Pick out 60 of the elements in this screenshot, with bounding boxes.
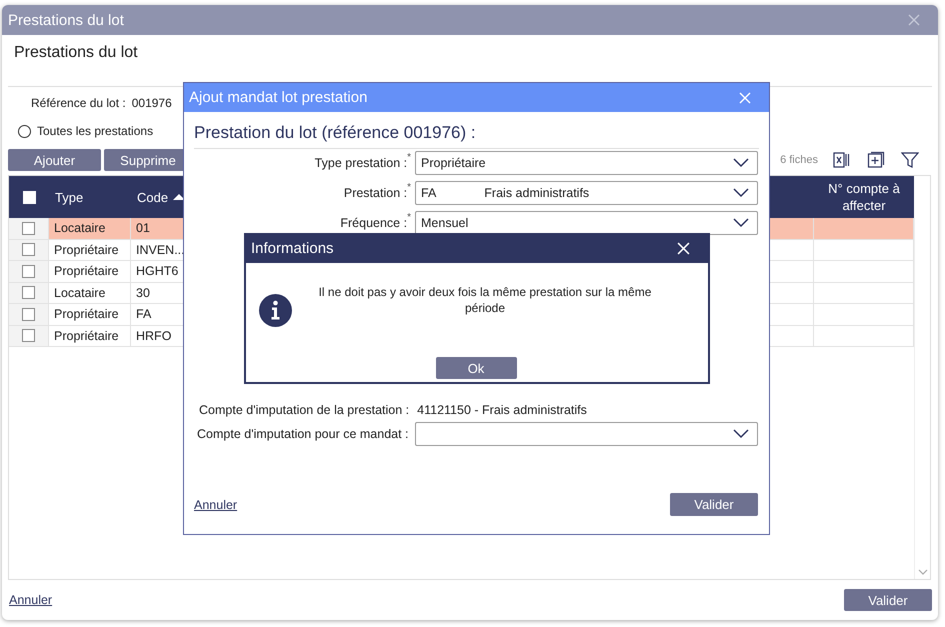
field-label: Compte d'imputation de la prestation : xyxy=(199,403,410,417)
section-heading: Prestation du lot (référence 001976) : xyxy=(194,123,759,149)
window-title: Prestations du lot xyxy=(8,12,124,28)
checkbox[interactable] xyxy=(22,286,35,300)
chevron-down-icon xyxy=(733,429,749,439)
table-cell[interactable] xyxy=(814,304,914,326)
checkbox[interactable] xyxy=(22,243,35,256)
validate-button[interactable]: Valider xyxy=(844,589,932,611)
table-cell[interactable]: Locataire xyxy=(49,218,131,240)
cancel-link[interactable]: Annuler xyxy=(9,593,52,607)
table-cell[interactable]: Locataire xyxy=(49,282,131,304)
add-icon[interactable] xyxy=(867,151,885,169)
table-cell[interactable]: Propriétaire xyxy=(49,326,131,347)
spreadsheet-icon[interactable] xyxy=(833,151,851,169)
validate-button[interactable]: Valider xyxy=(670,493,758,516)
table-cell[interactable]: Propriétaire xyxy=(49,261,131,282)
dropdown-field[interactable]: FA Frais administratifs xyxy=(415,181,758,205)
required-mark: * xyxy=(407,212,411,223)
column-header[interactable]: Type xyxy=(49,176,131,218)
scroll-down-icon[interactable] xyxy=(918,569,928,575)
field-label: Prestation : xyxy=(344,186,408,200)
table-cell[interactable]: Propriétaire xyxy=(49,240,131,261)
checkbox[interactable] xyxy=(22,222,35,235)
field-label: Compte d'imputation pour ce mandat : xyxy=(196,427,410,441)
sort-up-icon[interactable] xyxy=(173,193,186,201)
field-label: Type prestation : xyxy=(314,156,408,170)
alert-message: Il ne doit pas y avoir deux fois la même prestation sur la même période xyxy=(318,284,652,316)
table-cell[interactable] xyxy=(814,218,914,240)
dropdown-field[interactable] xyxy=(415,422,758,446)
dialog-title: Ajout mandat lot prestation xyxy=(189,89,368,106)
radio-label[interactable]: Toutes les prestations xyxy=(37,124,154,138)
page-heading: Prestations du lot xyxy=(14,44,138,62)
cancel-link[interactable]: Annuler xyxy=(194,498,238,512)
reference-label: Référence du lot : xyxy=(31,96,126,110)
record-count: 6 fiches xyxy=(780,154,818,166)
chevron-down-icon xyxy=(733,158,749,168)
chevron-down-icon xyxy=(733,218,749,228)
required-mark: * xyxy=(407,152,411,163)
field-value: 41121150 - Frais administratifs xyxy=(417,403,587,417)
filter-icon[interactable] xyxy=(901,151,919,169)
ok-button[interactable]: Ok xyxy=(436,357,516,379)
table-cell[interactable] xyxy=(814,240,914,261)
table-cell[interactable]: Propriétaire xyxy=(49,304,131,326)
add-button[interactable]: Ajouter xyxy=(8,149,101,171)
checkbox[interactable] xyxy=(22,264,35,278)
table-cell[interactable] xyxy=(814,282,914,304)
alert-title: Informations xyxy=(251,240,334,256)
checkbox[interactable] xyxy=(22,308,35,321)
field-label: Fréquence : xyxy=(340,216,408,230)
dropdown-field[interactable]: Mensuel xyxy=(415,211,758,235)
reference-value: 001976 xyxy=(132,96,172,110)
checkbox[interactable] xyxy=(22,329,35,342)
radio-button[interactable] xyxy=(18,124,31,138)
required-mark: * xyxy=(407,182,411,193)
column-header[interactable]: N° compte à affecter xyxy=(814,176,914,218)
chevron-down-icon xyxy=(733,188,749,198)
table-cell[interactable] xyxy=(814,261,914,282)
table-cell[interactable] xyxy=(814,326,914,347)
info-icon xyxy=(259,294,292,326)
dropdown-field[interactable]: Propriétaire xyxy=(415,151,758,175)
